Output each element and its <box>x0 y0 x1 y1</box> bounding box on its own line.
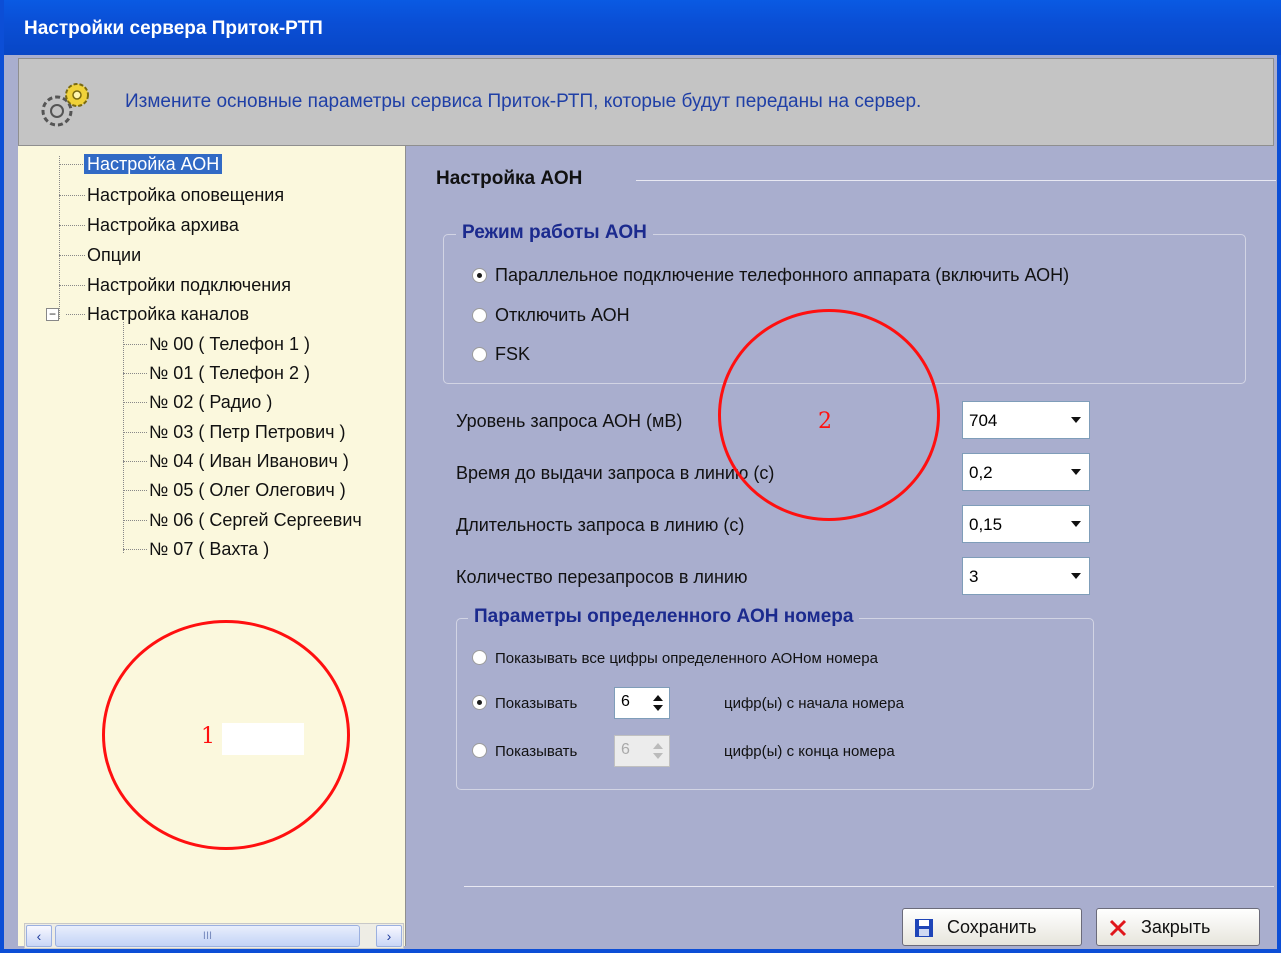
scroll-left-icon[interactable]: ‹ <box>26 925 52 947</box>
radio-show-from-start[interactable]: Показывать <box>472 693 577 715</box>
tree-connector <box>59 164 85 165</box>
tree-item-channel-04[interactable]: № 04 ( Иван Иванович ) <box>146 449 352 473</box>
start-digits-stepper[interactable]: 6 <box>614 687 670 719</box>
dropdown-arrow-icon <box>1071 521 1081 527</box>
radio-fsk[interactable]: FSK <box>472 343 530 365</box>
tree-connector <box>123 549 147 550</box>
collapse-icon[interactable]: − <box>46 308 59 321</box>
section-divider <box>636 180 1276 181</box>
radio-checked-icon[interactable] <box>472 268 487 283</box>
tree-item-channel-00[interactable]: № 00 ( Телефон 1 ) <box>146 332 313 356</box>
tree-connector <box>123 461 147 462</box>
section-title: Настройка АОН <box>436 168 583 189</box>
label-rerequest-count: Количество перезапросов в линию <box>456 567 748 587</box>
annotation-number-1: 1 <box>201 724 215 749</box>
label-time-before-request: Время до выдачи запроса в линию (с) <box>456 463 775 483</box>
label-start-suffix: цифр(ы) с начала номера <box>724 695 904 712</box>
tree-connector <box>123 520 147 521</box>
dropdown-arrow-icon <box>1071 573 1081 579</box>
annotation-blank-box <box>222 723 304 755</box>
tree-item-archive[interactable]: Настройка архива <box>84 213 242 237</box>
tree-item-channel-06[interactable]: № 06 ( Сергей Сергеевич <box>146 508 365 532</box>
rerequest-count-select[interactable]: 3 <box>962 557 1090 595</box>
tree-connector <box>123 322 124 553</box>
settings-window: Настройки сервера Приток-РТП Измените ос… <box>0 0 1281 953</box>
spin-up-icon[interactable] <box>653 695 663 701</box>
scroll-thumb[interactable]: III <box>55 925 360 947</box>
label-request-level: Уровень запроса АОН (мВ) <box>456 411 683 431</box>
tree-connector <box>123 490 147 491</box>
radio-checked-icon[interactable] <box>472 695 487 710</box>
close-icon <box>1109 919 1127 937</box>
floppy-disk-icon <box>915 919 933 937</box>
tree-horizontal-scrollbar[interactable]: ‹ III › <box>24 923 404 949</box>
tree-item-channel-03[interactable]: № 03 ( Петр Петрович ) <box>146 420 349 444</box>
button-divider <box>464 886 1274 887</box>
tree-connector <box>59 225 85 226</box>
settings-panel: Настройка АОН Режим работы АОН Параллель… <box>406 146 1278 946</box>
request-duration-select[interactable]: 0,15 <box>962 505 1090 543</box>
end-digits-stepper[interactable]: 6 <box>614 735 670 767</box>
gears-icon <box>41 83 89 127</box>
tree-item-channel-05[interactable]: № 05 ( Олег Олегович ) <box>146 478 349 502</box>
time-before-request-select[interactable]: 0,2 <box>962 453 1090 491</box>
tree-connector <box>59 195 85 196</box>
number-params-title: Параметры определенного АОН номера <box>468 606 860 628</box>
scroll-right-icon[interactable]: › <box>376 925 402 947</box>
tree-connector <box>123 402 147 403</box>
tree-item-connection[interactable]: Настройки подключения <box>84 273 294 297</box>
tree-connector <box>123 344 147 345</box>
tree-connector <box>123 373 147 374</box>
radio-unchecked-icon[interactable] <box>472 347 487 362</box>
tree-connector <box>59 285 85 286</box>
header-description: Измените основные параметры сервиса Прит… <box>125 91 922 112</box>
radio-unchecked-icon[interactable] <box>472 650 487 665</box>
tree-item-aon[interactable]: Настройка АОН <box>84 152 223 176</box>
radio-show-from-end[interactable]: Показывать <box>472 741 577 763</box>
tree-item-channel-02[interactable]: № 02 ( Радио ) <box>146 390 275 414</box>
tree-connector <box>59 255 85 256</box>
radio-parallel[interactable]: Параллельное подключение телефонного апп… <box>472 264 1069 286</box>
save-button[interactable]: Сохранить <box>902 908 1082 946</box>
dropdown-arrow-icon <box>1071 417 1081 423</box>
tree-item-options[interactable]: Опции <box>84 243 144 267</box>
spin-up-icon <box>653 743 663 749</box>
tree-item-channels[interactable]: Настройка каналов <box>84 302 252 326</box>
radio-disable-aon[interactable]: Отключить АОН <box>472 304 630 326</box>
radio-unchecked-icon[interactable] <box>472 308 487 323</box>
window-title: Настройки сервера Приток-РТП <box>4 0 1281 55</box>
tree-connector <box>123 432 147 433</box>
radio-unchecked-icon[interactable] <box>472 743 487 758</box>
label-end-suffix: цифр(ы) с конца номера <box>724 743 895 760</box>
tree-connector <box>59 156 60 319</box>
close-button[interactable]: Закрыть <box>1096 908 1260 946</box>
tree-item-channel-01[interactable]: № 01 ( Телефон 2 ) <box>146 361 313 385</box>
label-request-duration: Длительность запроса в линию (с) <box>456 515 745 535</box>
annotation-number-2: 2 <box>818 409 832 434</box>
aon-mode-title: Режим работы АОН <box>456 222 653 244</box>
spin-down-icon[interactable] <box>653 705 663 711</box>
request-level-select[interactable]: 704 <box>962 401 1090 439</box>
dropdown-arrow-icon <box>1071 469 1081 475</box>
tree-item-notification[interactable]: Настройка оповещения <box>84 183 287 207</box>
tree-connector <box>66 314 85 315</box>
spin-down-icon <box>653 753 663 759</box>
header-banner: Измените основные параметры сервиса Прит… <box>18 58 1274 146</box>
tree-item-channel-07[interactable]: № 07 ( Вахта ) <box>146 537 272 561</box>
radio-show-all-digits[interactable]: Показывать все цифры определенного АОНом… <box>472 648 878 670</box>
